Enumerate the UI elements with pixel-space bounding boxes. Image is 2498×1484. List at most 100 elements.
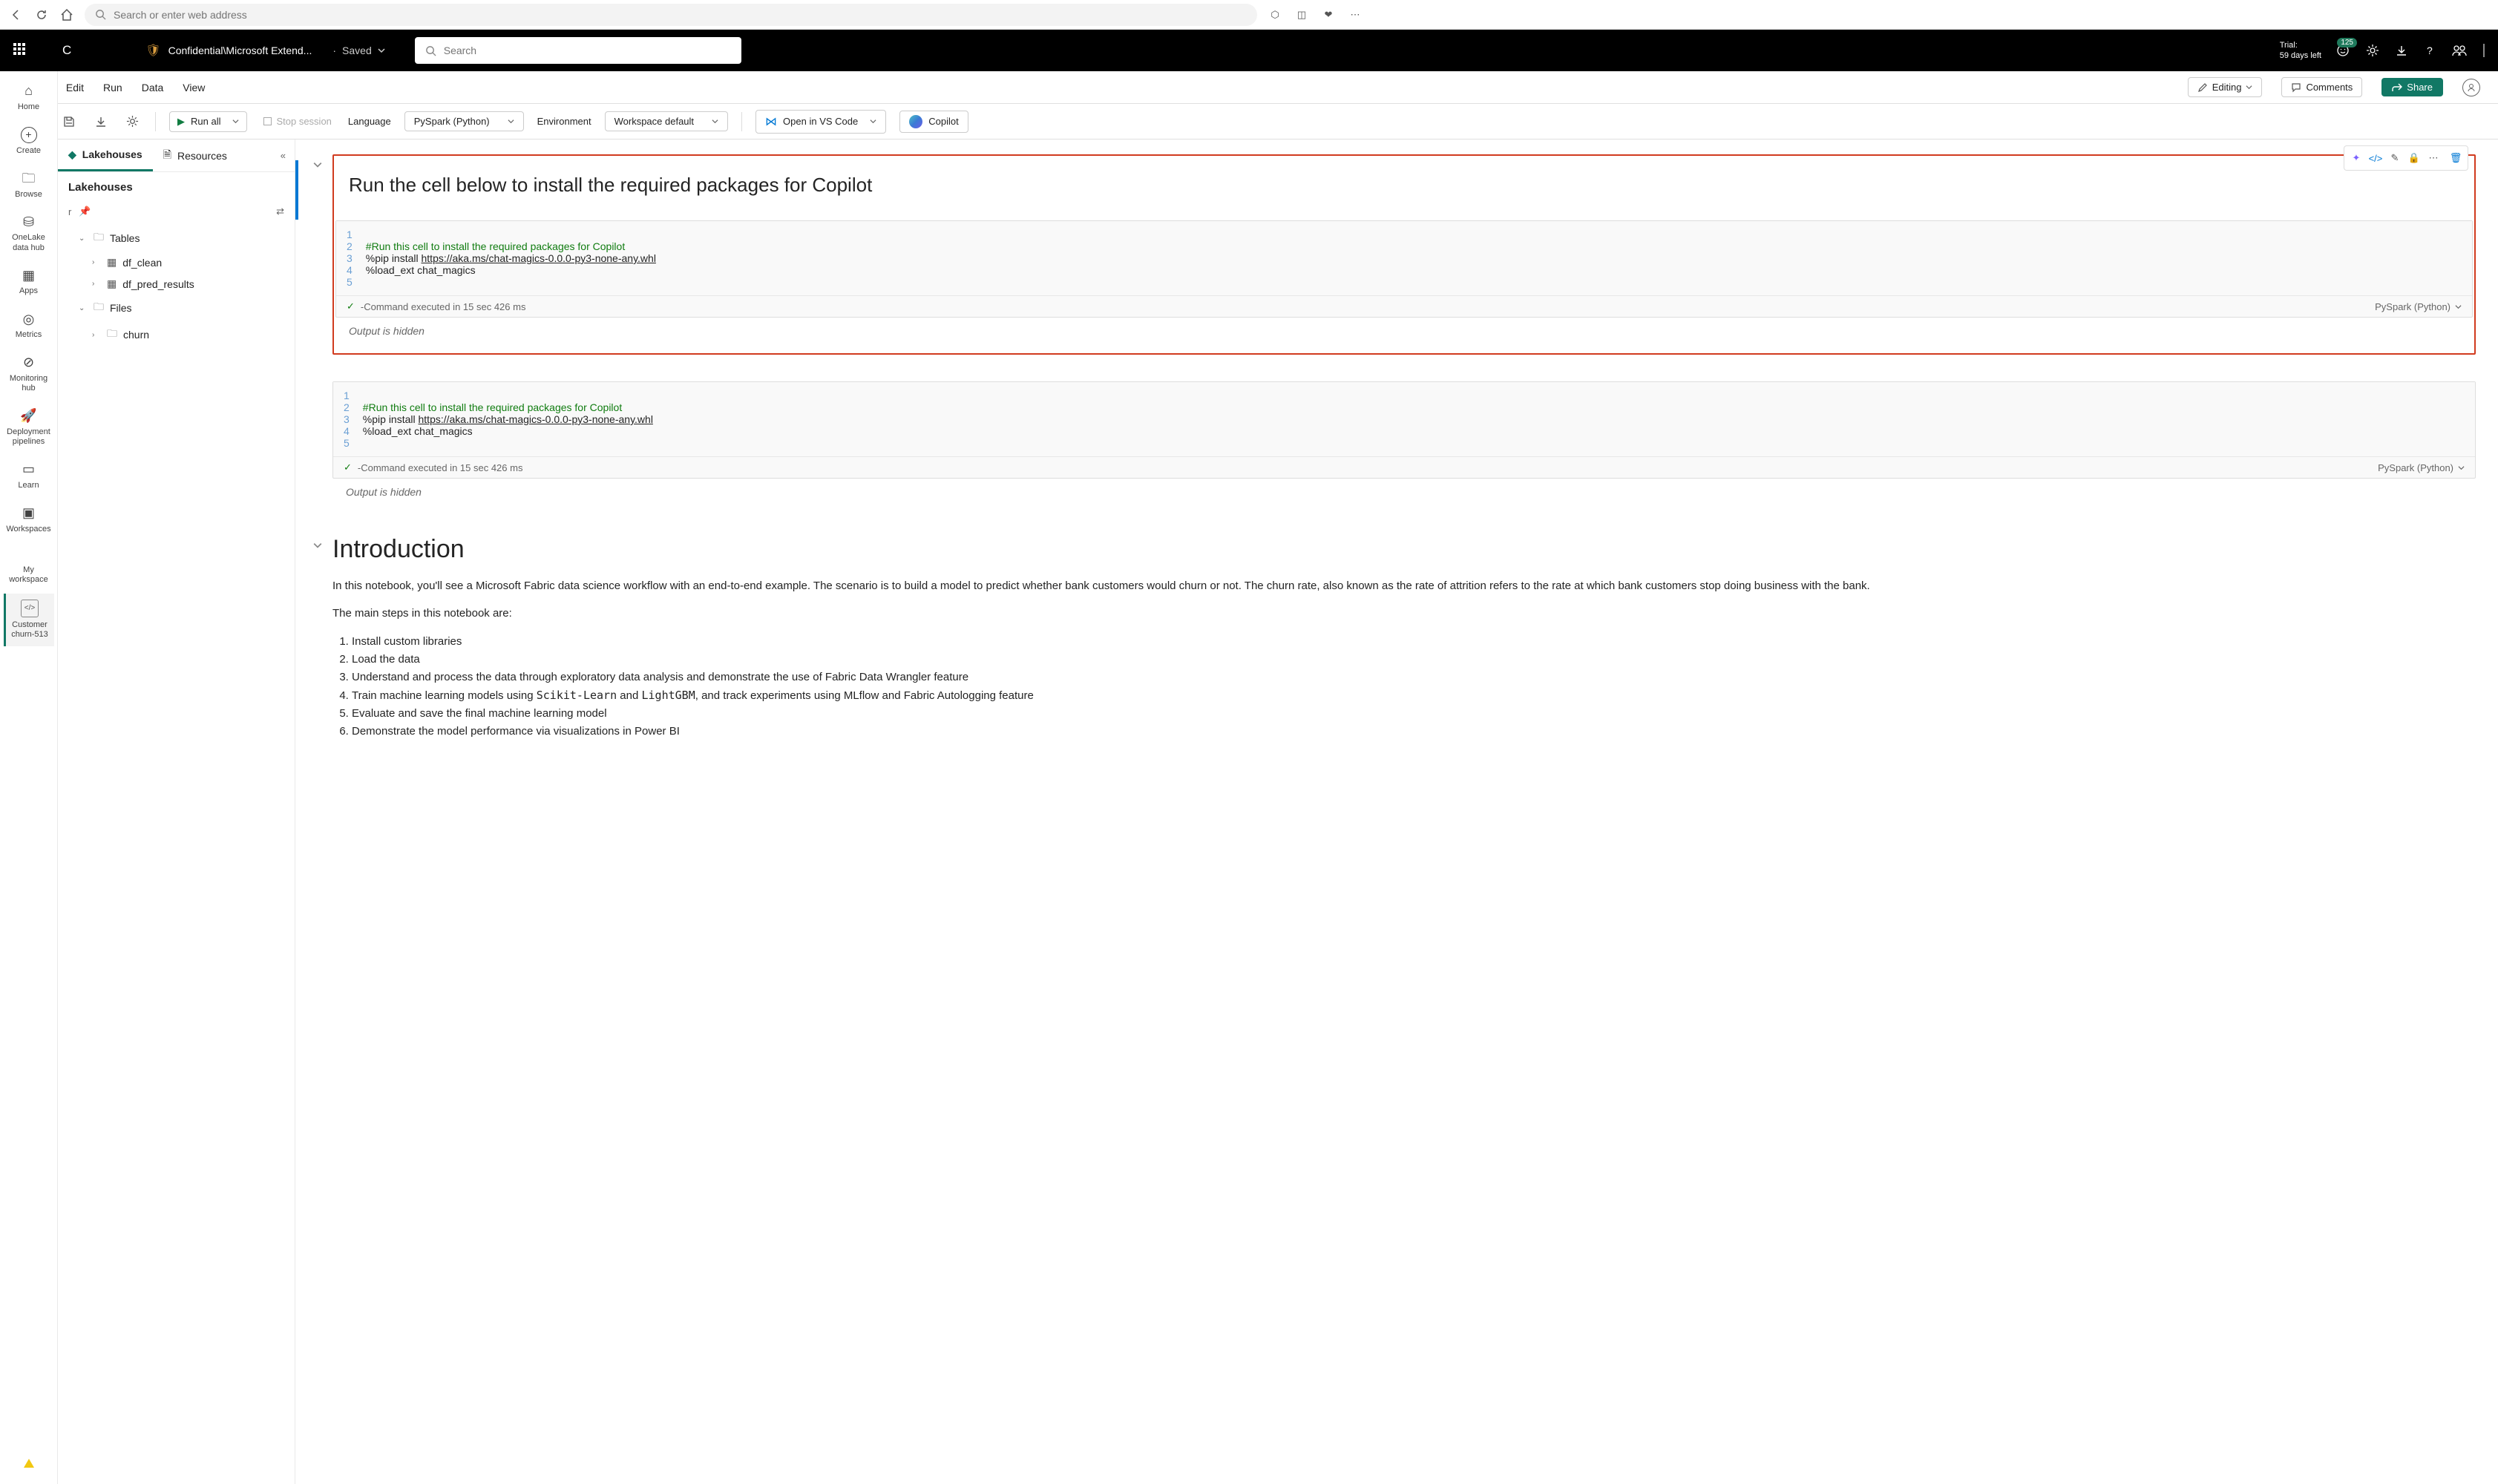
output-hidden-text[interactable]: Output is hidden: [335, 318, 2473, 344]
more-button[interactable]: [2483, 44, 2485, 57]
rail-apps[interactable]: ▦Apps: [4, 262, 54, 303]
rail-workspaces[interactable]: ▣Workspaces: [4, 499, 54, 540]
tab-data[interactable]: Data: [142, 74, 164, 101]
rail-label: Metrics: [16, 330, 42, 340]
settings-button[interactable]: [2366, 44, 2379, 57]
comments-button[interactable]: Comments: [2281, 77, 2362, 97]
help-button[interactable]: ?: [2424, 45, 2436, 56]
cell-language-display[interactable]: PySpark (Python): [2378, 462, 2465, 473]
tree-label: df_clean: [122, 257, 162, 269]
breadcrumb[interactable]: 🛡 Confidential\Microsoft Extend...: [145, 43, 312, 58]
rail-onelake[interactable]: ⛁OneLake data hub: [4, 209, 54, 259]
stop-session-button[interactable]: Stop session: [260, 113, 334, 130]
rail-my-workspace[interactable]: My workspace: [4, 559, 54, 591]
tree-churn[interactable]: ›🗀churn: [62, 321, 290, 348]
environment-label: Environment: [537, 116, 591, 127]
rail-create[interactable]: +Create: [4, 121, 54, 162]
open-vscode-button[interactable]: ⋈ Open in VS Code: [755, 110, 886, 134]
rail-powerbi[interactable]: [4, 1453, 54, 1477]
share-button[interactable]: Share: [2381, 78, 2443, 96]
favorites-icon[interactable]: ❤: [1321, 7, 1336, 22]
run-all-button[interactable]: ▶ Run all: [169, 111, 247, 132]
trial-status: Trial: 59 days left: [2280, 40, 2321, 62]
explorer-tab-resources[interactable]: 🗎 Resources: [153, 139, 237, 171]
tab-view[interactable]: View: [183, 74, 205, 101]
save-status[interactable]: · Saved: [332, 45, 384, 56]
browser-address-bar[interactable]: [85, 4, 1257, 26]
split-screen-icon[interactable]: ◫: [1294, 7, 1309, 22]
cell-collapse-toggle[interactable]: [303, 535, 332, 741]
app-launcher-icon[interactable]: [13, 43, 28, 58]
home-button[interactable]: [59, 7, 74, 22]
editing-mode-button[interactable]: Editing: [2188, 77, 2263, 97]
rail-notebook-active[interactable]: </>Customer churn-513: [4, 594, 54, 646]
tree-df-clean[interactable]: ›▦df_clean: [62, 252, 290, 273]
chevron-down-icon: [313, 541, 322, 550]
code-content[interactable]: #Run this cell to install the required p…: [363, 390, 653, 449]
export-button[interactable]: [92, 113, 110, 131]
tab-run[interactable]: Run: [103, 74, 122, 101]
back-button[interactable]: [9, 7, 24, 22]
left-nav-rail: ⌂Home +Create 🗀Browse ⛁OneLake data hub …: [0, 71, 58, 1484]
pin-icon[interactable]: 📌: [79, 206, 91, 217]
app-search-bar[interactable]: [415, 37, 741, 64]
rail-monitoring[interactable]: ⊘Monitoring hub: [4, 349, 54, 399]
toggle-code-button[interactable]: </>: [2367, 149, 2384, 167]
tree-df-pred[interactable]: ›▦df_pred_results: [62, 273, 290, 295]
tree-files[interactable]: ⌄🗀Files: [62, 295, 290, 321]
markdown-cell-intro[interactable]: Introduction In this notebook, you'll se…: [332, 535, 2476, 741]
tree-tables[interactable]: ⌄🗀Tables: [62, 225, 290, 252]
search-text[interactable]: r: [68, 206, 71, 217]
download-button[interactable]: [2396, 45, 2407, 56]
people-button[interactable]: [2452, 45, 2467, 56]
refresh-button[interactable]: [34, 7, 49, 22]
copilot-icon: [909, 115, 922, 128]
rail-browse[interactable]: 🗀Browse: [4, 165, 54, 206]
breadcrumb-text: Confidential\Microsoft Extend...: [168, 45, 312, 56]
code-content[interactable]: #Run this cell to install the required p…: [366, 229, 656, 288]
help-icon: ?: [2424, 45, 2436, 56]
trial-days: 59 days left: [2280, 50, 2321, 61]
code-cell[interactable]: 12345 #Run this cell to install the requ…: [335, 220, 2473, 318]
delete-cell-button[interactable]: 🗑: [2447, 149, 2465, 167]
collapse-panel-button[interactable]: «: [272, 150, 295, 161]
language-select[interactable]: PySpark (Python): [404, 111, 524, 131]
save-button[interactable]: [59, 112, 79, 131]
browse-icon: 🗀: [22, 171, 36, 187]
rail-learn[interactable]: ▭Learn: [4, 456, 54, 496]
more-cell-button[interactable]: ⋯: [2425, 149, 2442, 167]
settings-button[interactable]: [123, 112, 142, 131]
cell-language-display[interactable]: PySpark (Python): [2375, 301, 2462, 312]
edit-cell-button[interactable]: ✎: [2386, 149, 2404, 167]
presence-avatar[interactable]: [2462, 79, 2480, 96]
rail-pipelines[interactable]: 🚀Deployment pipelines: [4, 402, 54, 453]
address-input[interactable]: [114, 9, 1247, 21]
rail-metrics[interactable]: ◎Metrics: [4, 306, 54, 347]
lang-text: PySpark (Python): [2378, 462, 2453, 473]
markdown-cell-highlighted[interactable]: Run the cell below to install the requir…: [332, 154, 2476, 355]
extensions-icon[interactable]: ⬡: [1268, 7, 1282, 22]
notebook-canvas: ✦ </> ✎ 🔒 ⋯ 🗑 Run the cell below to inst…: [295, 139, 2498, 1484]
check-icon: ✓: [344, 462, 352, 473]
output-hidden-text[interactable]: Output is hidden: [332, 479, 2476, 505]
copilot-button[interactable]: Copilot: [899, 111, 968, 133]
explorer-tab-lakehouses[interactable]: ◆ Lakehouses: [58, 139, 153, 171]
notebook-toolbar: ▶ Run all Stop session Language PySpark …: [0, 104, 2498, 139]
rail-home[interactable]: ⌂Home: [4, 77, 54, 118]
app-search-input[interactable]: [444, 45, 731, 56]
more-icon[interactable]: ⋯: [1348, 7, 1363, 22]
tab-edit[interactable]: Edit: [66, 74, 84, 101]
app-initial: C: [62, 43, 71, 58]
lock-cell-button[interactable]: 🔒: [2405, 149, 2423, 167]
cell-collapse-toggle[interactable]: [303, 154, 332, 355]
environment-select[interactable]: Workspace default: [605, 111, 728, 131]
copilot-cell-button[interactable]: ✦: [2347, 149, 2365, 167]
swap-icon[interactable]: ⇄: [276, 206, 284, 217]
notifications-button[interactable]: 125: [2336, 44, 2350, 57]
ribbon-tabs: Home Edit Run Data View Editing Comments…: [0, 71, 2498, 104]
svg-text:?: ?: [2427, 45, 2433, 56]
gear-icon: [2366, 44, 2379, 57]
code-cell-2[interactable]: 12345 #Run this cell to install the requ…: [332, 381, 2476, 479]
rail-label: Customer churn-513: [9, 620, 51, 640]
chevron-down-icon: [2458, 464, 2465, 471]
